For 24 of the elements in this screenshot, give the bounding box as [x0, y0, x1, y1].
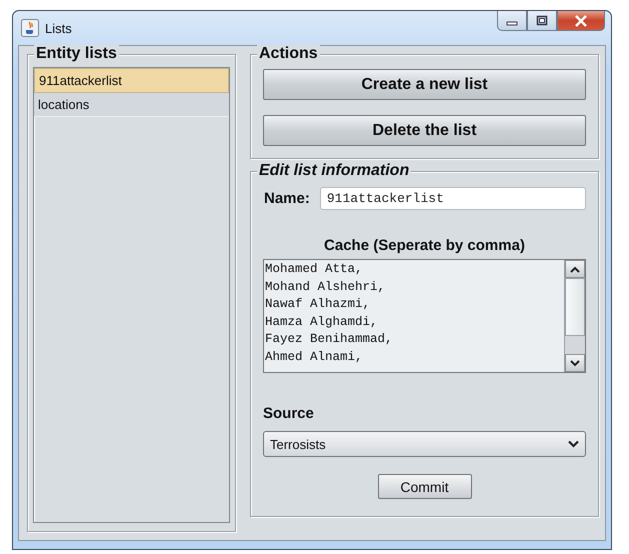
close-button[interactable]: [557, 11, 605, 31]
scrollbar-thumb[interactable]: [565, 278, 585, 336]
action-button[interactable]: Create a new list: [263, 69, 586, 100]
maximize-icon: [536, 15, 548, 26]
group-title: Entity lists: [34, 45, 119, 63]
scroll-up-button[interactable]: [565, 260, 585, 278]
commit-button[interactable]: Commit: [378, 474, 472, 499]
minimize-button[interactable]: [497, 11, 527, 31]
close-icon: [574, 14, 588, 26]
name-label: Name:: [264, 190, 310, 207]
cup-icon: [21, 19, 39, 37]
source-label: Source: [263, 405, 314, 422]
maximize-button[interactable]: [527, 11, 557, 31]
chevron-up-icon: [570, 266, 580, 272]
chevron-down-icon: [570, 360, 580, 366]
action-button[interactable]: Delete the list: [263, 115, 586, 146]
source-dropdown[interactable]: Terrosists: [263, 431, 586, 457]
chevron-down-icon: [568, 440, 579, 448]
list-item[interactable]: locations: [34, 93, 229, 117]
cache-label: Cache (Seperate by comma): [324, 237, 525, 254]
name-field[interactable]: 911attackerlist: [320, 187, 586, 210]
window-title: Lists: [45, 20, 72, 36]
scroll-down-button[interactable]: [565, 354, 585, 372]
list-item[interactable]: 911attackerlist: [34, 68, 229, 93]
